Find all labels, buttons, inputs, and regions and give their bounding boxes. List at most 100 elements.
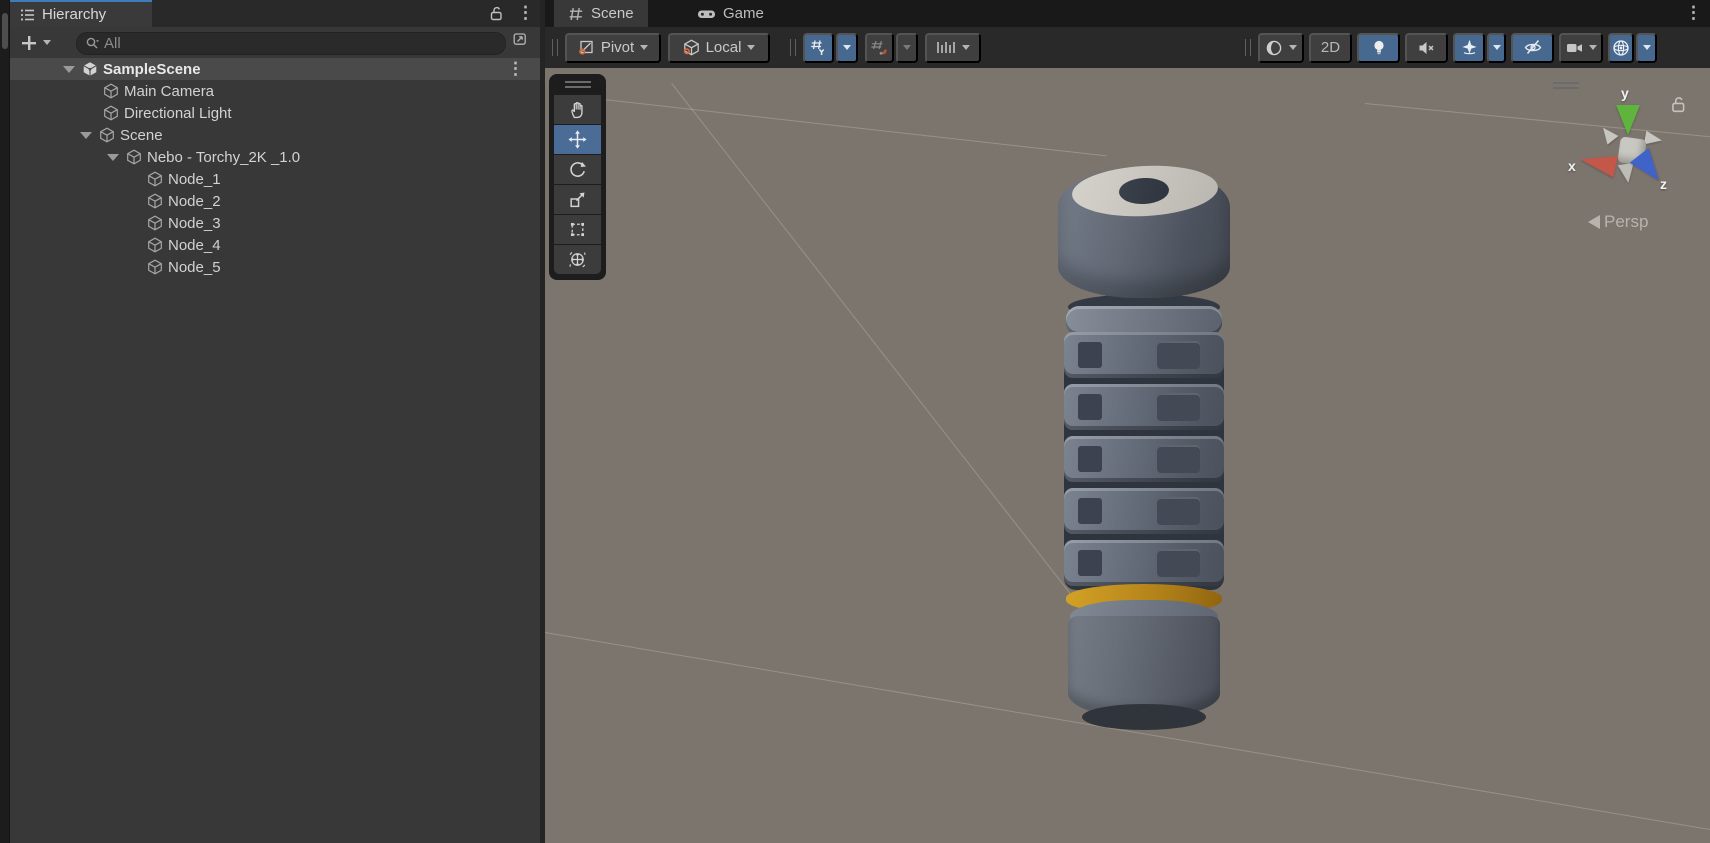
hierarchy-menu-icon[interactable]: ⋮ xyxy=(517,4,534,21)
effects-dropdown-button[interactable] xyxy=(1487,33,1506,63)
rect-tool[interactable] xyxy=(554,215,601,244)
grid-y-icon xyxy=(810,39,827,56)
torch-bottom-cap xyxy=(1082,704,1206,730)
audio-mute-toggle[interactable] xyxy=(1405,33,1448,63)
2d-toggle[interactable]: 2D xyxy=(1309,33,1352,63)
torch-ribbed-section xyxy=(1064,332,1224,590)
increment-dropdown-caret xyxy=(962,45,970,50)
tab-hierarchy[interactable]: Hierarchy xyxy=(10,0,152,27)
shading-dropdown-caret xyxy=(1289,45,1297,50)
ruler-icon xyxy=(936,39,956,56)
hierarchy-search-field[interactable] xyxy=(76,32,506,55)
gizmo-y-axis-handle[interactable] xyxy=(1616,105,1640,135)
hand-icon xyxy=(568,100,587,119)
tree-row-nebo-torchy[interactable]: Nebo - Torchy_2K _1.0 xyxy=(10,146,540,168)
gameobject-cube-icon xyxy=(126,149,142,165)
gameobject-cube-icon xyxy=(147,193,163,209)
tools-overlay xyxy=(549,74,606,280)
left-edge-strip xyxy=(0,0,10,843)
search-input[interactable] xyxy=(104,35,497,52)
hierarchy-tabbar: Hierarchy ⋮ xyxy=(10,0,540,27)
hierarchy-panel: Hierarchy ⋮ xyxy=(10,0,540,843)
effects-toggle[interactable] xyxy=(1453,33,1485,63)
pivot-mode-button[interactable]: Pivot xyxy=(565,33,661,63)
gameobject-cube-icon xyxy=(99,127,115,143)
scene-panel: Scene Game ⋮ Pivot xyxy=(545,0,1710,843)
tree-row-node-3[interactable]: Node_3 xyxy=(10,212,540,234)
gizmo-x-axis-handle[interactable] xyxy=(1578,148,1618,177)
foldout-icon[interactable] xyxy=(107,154,119,161)
toolbar-drag-handle[interactable] xyxy=(1245,39,1251,56)
local-space-button[interactable]: Local xyxy=(668,33,770,63)
toolbar-drag-handle[interactable] xyxy=(552,39,558,56)
tree-row-node-4[interactable]: Node_4 xyxy=(10,234,540,256)
maximize-icon[interactable] xyxy=(512,31,528,47)
hierarchy-list-icon xyxy=(19,7,35,23)
scene-grid-icon xyxy=(568,6,584,22)
tree-row-node-5[interactable]: Node_5 xyxy=(10,256,540,278)
gizmo-z-label: z xyxy=(1660,176,1667,192)
scale-tool[interactable] xyxy=(554,185,601,214)
toolbar-drag-handle[interactable] xyxy=(790,39,796,56)
transform-tool[interactable] xyxy=(554,245,601,274)
scene-toolbar: Pivot Local xyxy=(545,27,1710,68)
unity-scene-icon xyxy=(82,61,98,77)
gameobject-cube-icon xyxy=(103,105,119,121)
grid-line xyxy=(550,93,1107,156)
gameobject-cube-icon xyxy=(147,171,163,187)
tree-row-node-2[interactable]: Node_2 xyxy=(10,190,540,212)
gizmos-dropdown-caret xyxy=(1643,45,1651,50)
gameobject-cube-icon xyxy=(147,259,163,275)
grid-dropdown-button[interactable] xyxy=(836,33,858,63)
rotate-tool[interactable] xyxy=(554,155,601,184)
view-hand-tool[interactable] xyxy=(554,95,601,124)
foldout-icon[interactable] xyxy=(80,132,92,139)
torch-barrel xyxy=(1068,616,1220,718)
add-gameobject-button[interactable] xyxy=(16,31,60,54)
snap-dropdown-caret xyxy=(903,45,911,50)
tree-row-directional-light[interactable]: Directional Light xyxy=(10,102,540,124)
overlay-drag-handle[interactable] xyxy=(565,81,591,88)
foldout-icon[interactable] xyxy=(63,66,75,73)
lightbulb-icon xyxy=(1371,39,1387,56)
snap-increment-button[interactable] xyxy=(925,33,981,63)
scene-context-menu-icon[interactable]: ⋮ xyxy=(507,60,524,77)
snap-dropdown-button[interactable] xyxy=(896,33,918,63)
gizmos-dropdown-button[interactable] xyxy=(1636,33,1657,63)
gizmo-lock-icon[interactable] xyxy=(1669,95,1687,113)
torch-rib xyxy=(1064,436,1224,482)
camera-icon xyxy=(1566,40,1583,56)
eye-slash-icon xyxy=(1524,39,1542,56)
transform-icon xyxy=(568,250,587,269)
gameobject-cube-icon xyxy=(147,215,163,231)
gizmos-sphere-icon xyxy=(1612,39,1630,57)
gizmo-drag-handle[interactable] xyxy=(1553,82,1579,89)
shading-mode-button[interactable] xyxy=(1258,33,1304,63)
tree-row-samplescene[interactable]: SampleScene ⋮ xyxy=(10,58,540,80)
tree-row-node-1[interactable]: Node_1 xyxy=(10,168,540,190)
scrollbar-thumb[interactable] xyxy=(2,13,8,49)
gameobject-cube-icon xyxy=(103,83,119,99)
tree-row-main-camera[interactable]: Main Camera xyxy=(10,80,540,102)
gizmo-x-label: x xyxy=(1568,158,1576,174)
local-dropdown-caret xyxy=(747,45,755,50)
lock-icon[interactable] xyxy=(488,5,504,21)
scene-tab-label: Scene xyxy=(591,5,634,22)
tree-item-label: Node_3 xyxy=(168,215,221,232)
tab-game[interactable]: Game xyxy=(683,0,778,27)
projection-mode-control[interactable]: Persp xyxy=(1588,212,1648,232)
speaker-muted-icon xyxy=(1418,40,1435,56)
camera-settings-button[interactable] xyxy=(1559,33,1603,63)
lighting-toggle[interactable] xyxy=(1357,33,1400,63)
scene-viewport[interactable]: y x z Persp xyxy=(545,68,1710,843)
scene-visibility-toggle[interactable] xyxy=(1511,33,1554,63)
snap-toggle[interactable] xyxy=(865,33,894,63)
gizmo-axis-handle-grey[interactable] xyxy=(1644,131,1663,148)
tab-scene[interactable]: Scene xyxy=(554,0,648,27)
scene-menu-icon[interactable]: ⋮ xyxy=(1685,4,1702,21)
move-tool[interactable] xyxy=(554,125,601,154)
tree-row-scene[interactable]: Scene xyxy=(10,124,540,146)
torch-model[interactable] xyxy=(1058,166,1230,732)
grid-visibility-toggle[interactable] xyxy=(803,33,834,63)
gizmos-toggle[interactable] xyxy=(1608,33,1634,63)
